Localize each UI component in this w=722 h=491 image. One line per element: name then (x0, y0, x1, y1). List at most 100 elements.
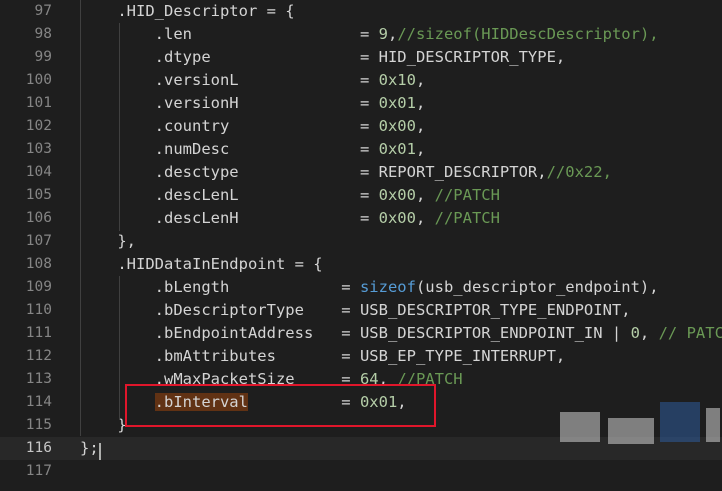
code-text: .dtype = HID_DESCRIPTOR_TYPE, (80, 46, 566, 69)
code-token: }, (80, 232, 136, 250)
code-token: .len = (80, 25, 379, 43)
code-token: .descLenL = (80, 186, 379, 204)
line-number: 98 (34, 26, 52, 42)
code-text: .HIDDataInEndpoint = { (80, 253, 323, 276)
code-token: , (415, 117, 426, 135)
code-token: , (639, 324, 659, 342)
code-token: .numDesc = (80, 140, 379, 158)
code-token: , (415, 94, 426, 112)
code-line[interactable]: 97 .HID_Descriptor = { (0, 0, 722, 23)
watermark (560, 398, 722, 491)
line-number: 117 (25, 463, 52, 479)
code-token: .dtype = HID_DESCRIPTOR_TYPE, (80, 48, 566, 66)
code-text: .bLength = sizeof(usb_descriptor_endpoin… (80, 276, 659, 299)
code-line[interactable]: 103 .numDesc = 0x01, (0, 138, 722, 161)
code-text: .descLenH = 0x00, //PATCH (80, 207, 500, 230)
code-text: .len = 9,//sizeof(HIDDescDescriptor), (80, 23, 659, 46)
code-text: .bEndpointAddress = USB_DESCRIPTOR_ENDPO… (80, 322, 722, 345)
code-line[interactable]: 109 .bLength = sizeof(usb_descriptor_end… (0, 276, 722, 299)
line-number: 110 (25, 302, 52, 318)
code-token: //PATCH (434, 186, 500, 204)
indent-guide (119, 23, 120, 231)
line-number: 114 (25, 394, 52, 410)
line-number: 113 (25, 371, 52, 387)
code-line[interactable]: 99 .dtype = HID_DESCRIPTOR_TYPE, (0, 46, 722, 69)
code-token: 0x00 (378, 186, 416, 204)
code-token: .bEndpointAddress = USB_DESCRIPTOR_ENDPO… (80, 324, 631, 342)
line-number: 106 (25, 210, 52, 226)
code-line[interactable]: 105 .descLenL = 0x00, //PATCH (0, 184, 722, 207)
line-number: 116 (25, 440, 52, 456)
line-number: 99 (34, 49, 52, 65)
code-text: .numDesc = 0x01, (80, 138, 426, 161)
code-text: .descLenL = 0x00, //PATCH (80, 184, 500, 207)
code-text: .bmAttributes = USB_EP_TYPE_INTERRUPT, (80, 345, 566, 368)
code-text: .versionH = 0x01, (80, 92, 426, 115)
code-token: (usb_descriptor_endpoint), (415, 278, 659, 296)
indent-guide (80, 0, 81, 436)
line-number: 102 (25, 118, 52, 134)
line-number: 104 (25, 164, 52, 180)
line-number: 105 (25, 187, 52, 203)
code-line[interactable]: 112 .bmAttributes = USB_EP_TYPE_INTERRUP… (0, 345, 722, 368)
code-text: .HID_Descriptor = { (80, 0, 295, 23)
code-token: 0x00 (378, 117, 416, 135)
line-number: 112 (25, 348, 52, 364)
code-token: 0x01 (378, 94, 416, 112)
code-editor[interactable]: 97 .HID_Descriptor = {98 .len = 9,//size… (0, 0, 722, 491)
code-token: 0x00 (378, 209, 416, 227)
code-line[interactable]: 98 .len = 9,//sizeof(HIDDescDescriptor), (0, 23, 722, 46)
code-line[interactable]: 101 .versionH = 0x01, (0, 92, 722, 115)
code-token: .HID_Descriptor = { (80, 2, 295, 20)
code-token: , (415, 209, 435, 227)
code-token: .bDescriptorType = USB_DESCRIPTOR_TYPE_E… (80, 301, 631, 319)
code-text: .country = 0x00, (80, 115, 426, 138)
code-token: 0x10 (378, 71, 416, 89)
code-token: , (415, 140, 426, 158)
line-number: 101 (25, 95, 52, 111)
code-token: , (387, 25, 398, 43)
line-number: 115 (25, 417, 52, 433)
code-text: }, (80, 230, 136, 253)
code-token: .HIDDataInEndpoint = { (80, 255, 323, 273)
line-number: 111 (25, 325, 52, 341)
code-line[interactable]: 104 .desctype = REPORT_DESCRIPTOR,//0x22… (0, 161, 722, 184)
code-token: 9 (378, 25, 388, 43)
code-token: .bLength = (80, 278, 360, 296)
code-line[interactable]: 110 .bDescriptorType = USB_DESCRIPTOR_TY… (0, 299, 722, 322)
code-line[interactable]: 102 .country = 0x00, (0, 115, 722, 138)
code-line[interactable]: 111 .bEndpointAddress = USB_DESCRIPTOR_E… (0, 322, 722, 345)
line-number: 107 (25, 233, 52, 249)
code-token: //0x22, (546, 163, 612, 181)
code-token: //PATCH (434, 209, 500, 227)
code-token: 0x01 (378, 140, 416, 158)
code-text: .versionL = 0x10, (80, 69, 426, 92)
line-number: 100 (25, 72, 52, 88)
code-token: .versionL = (80, 71, 379, 89)
code-token: .desctype = REPORT_DESCRIPTOR, (80, 163, 547, 181)
code-text: .desctype = REPORT_DESCRIPTOR,//0x22, (80, 161, 612, 184)
code-line[interactable]: 107 }, (0, 230, 722, 253)
code-line[interactable]: 106 .descLenH = 0x00, //PATCH (0, 207, 722, 230)
code-text: }; (80, 437, 99, 460)
highlight-annotation-box (125, 384, 436, 427)
code-token: }; (80, 439, 99, 457)
indent-guide (119, 276, 120, 420)
code-line[interactable]: 108 .HIDDataInEndpoint = { (0, 253, 722, 276)
code-token: .bmAttributes = USB_EP_TYPE_INTERRUPT, (80, 347, 566, 365)
code-token: .versionH = (80, 94, 379, 112)
line-number: 109 (25, 279, 52, 295)
text-cursor (99, 443, 101, 460)
line-number: 97 (34, 3, 52, 19)
code-token: , (415, 71, 426, 89)
code-token: , (415, 186, 435, 204)
code-token: 0 (630, 324, 640, 342)
code-token: .country = (80, 117, 379, 135)
code-line[interactable]: 100 .versionL = 0x10, (0, 69, 722, 92)
line-number: 103 (25, 141, 52, 157)
line-number: 108 (25, 256, 52, 272)
code-token: .descLenH = (80, 209, 379, 227)
code-token: // PATCH (658, 324, 722, 342)
code-token: //sizeof(HIDDescDescriptor), (397, 25, 659, 43)
code-text: .bDescriptorType = USB_DESCRIPTOR_TYPE_E… (80, 299, 631, 322)
